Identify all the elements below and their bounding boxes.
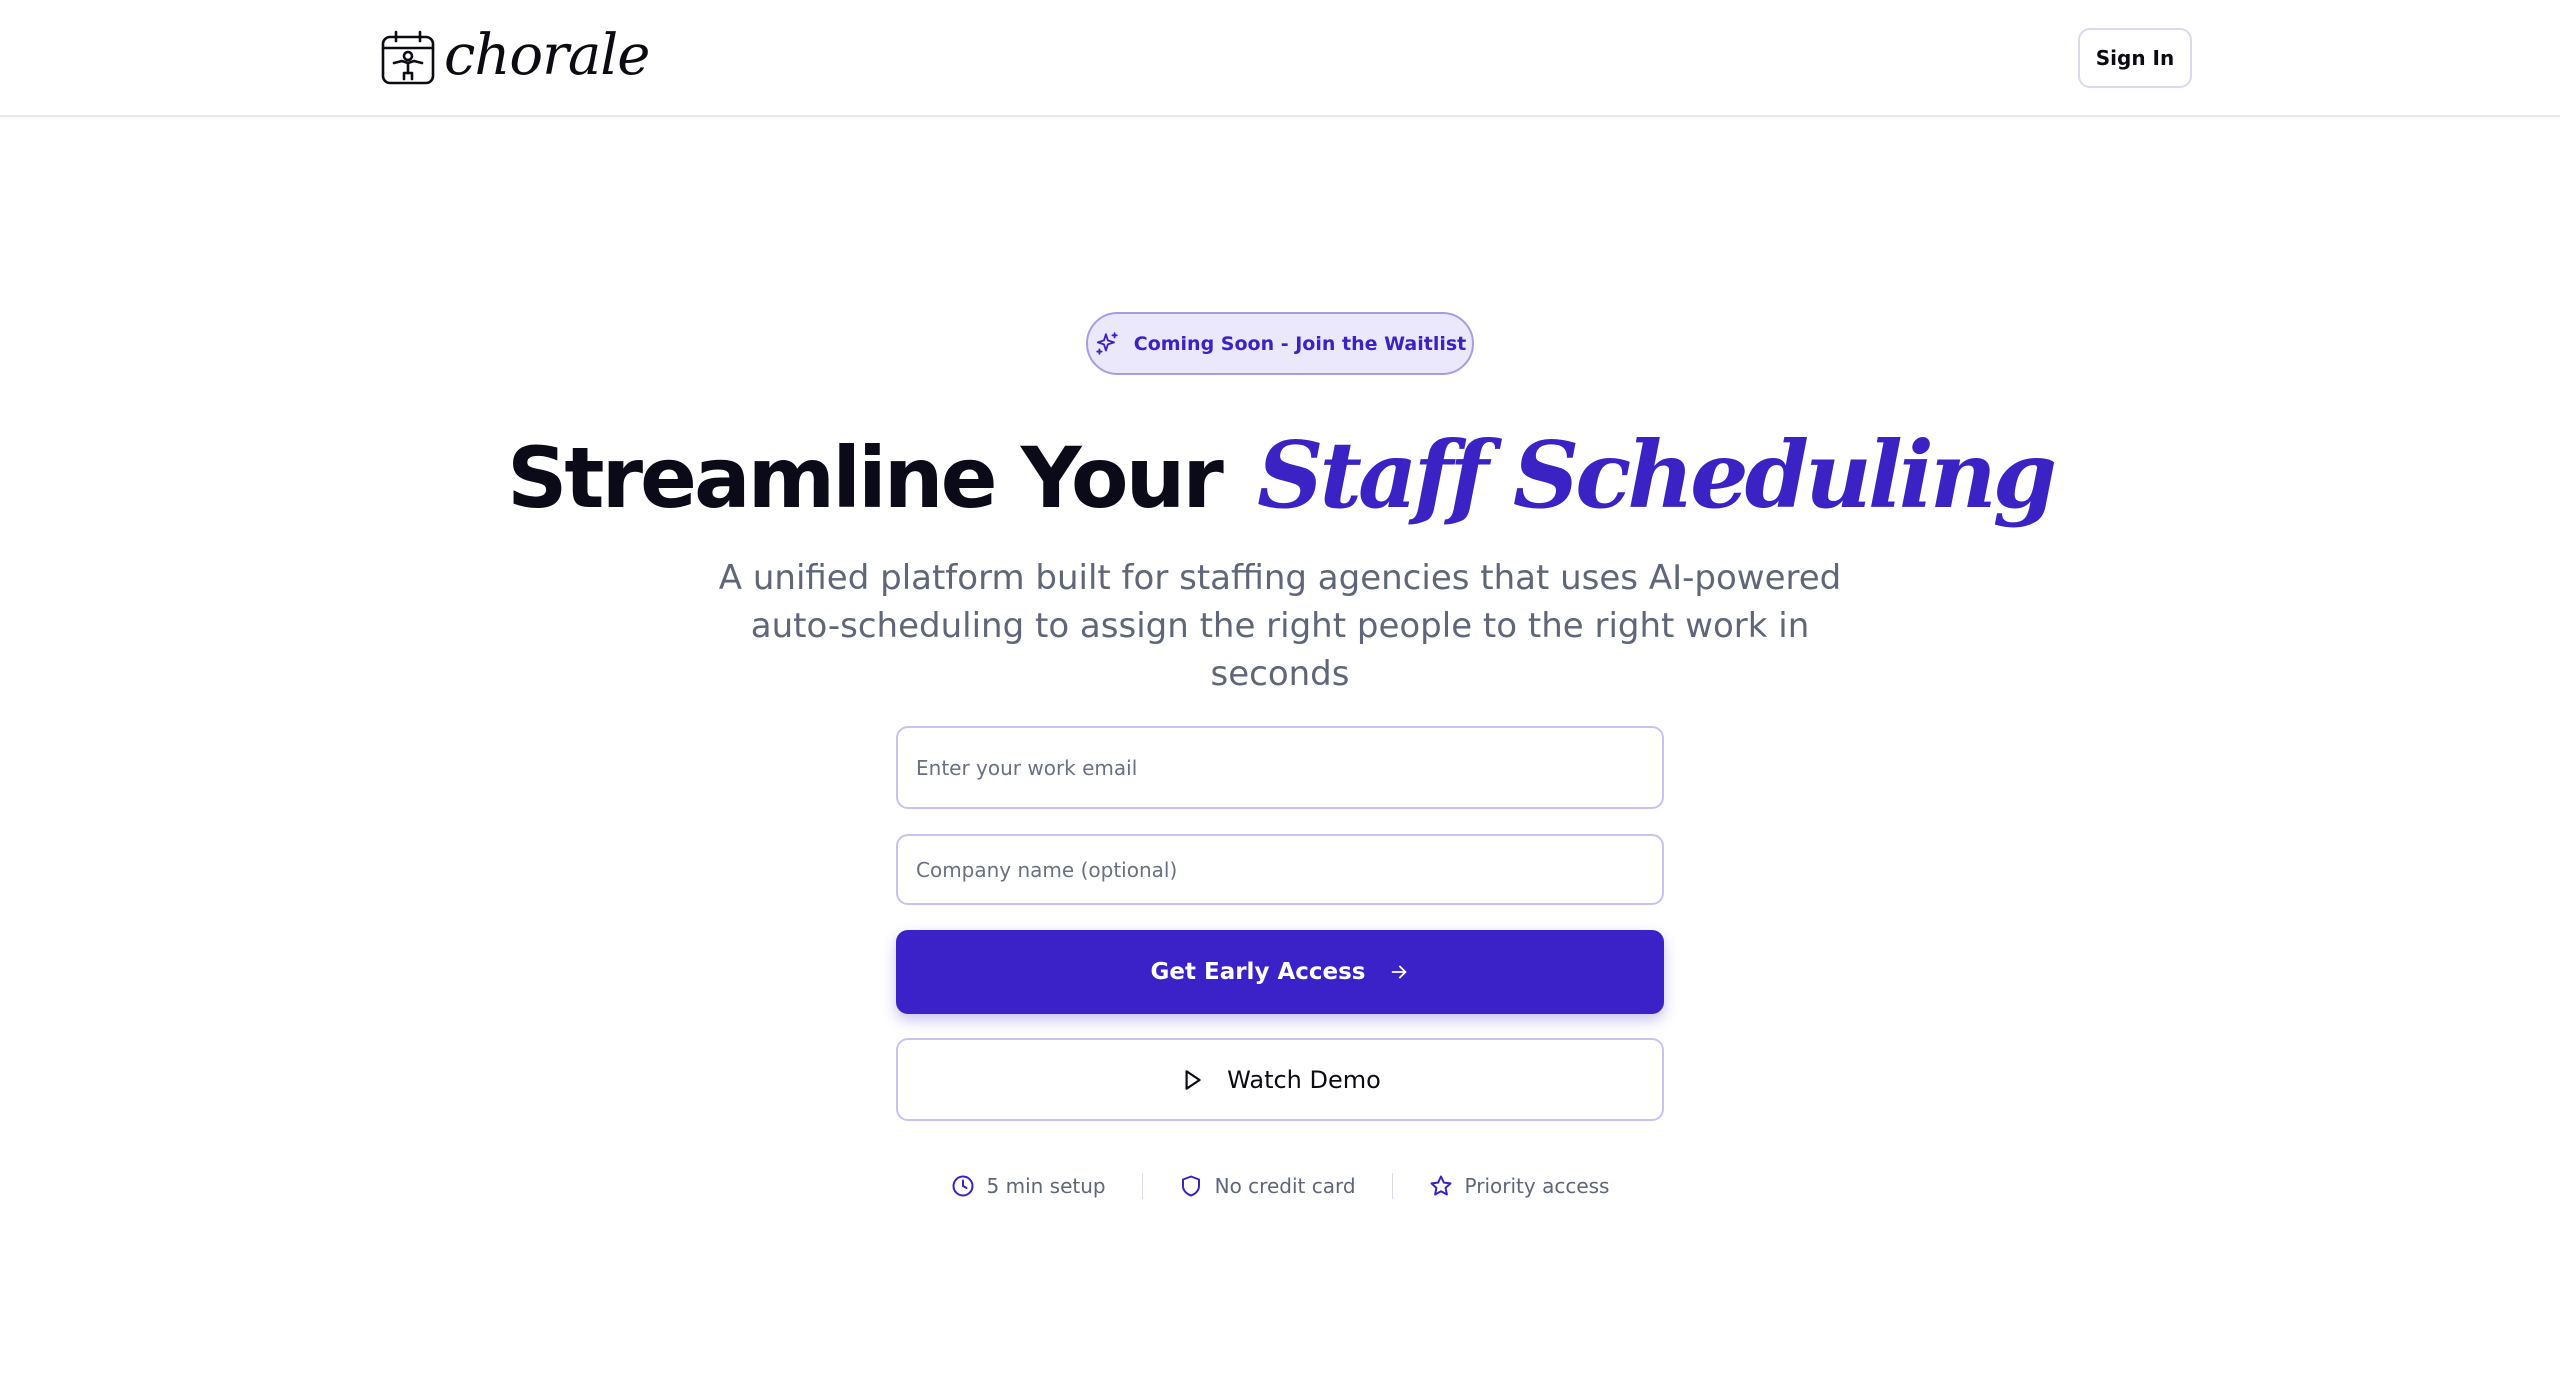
feature-item-no-credit-card: No credit card	[1143, 1174, 1392, 1198]
clock-icon	[952, 1175, 974, 1197]
sparkles-icon	[1096, 331, 1118, 355]
email-field[interactable]	[896, 726, 1664, 809]
headline-plain: Streamline Your	[506, 429, 1224, 527]
arrow-right-icon	[1391, 965, 1406, 979]
star-icon	[1430, 1175, 1452, 1196]
feature-label: 5 min setup	[986, 1174, 1106, 1198]
feature-item-setup: 5 min setup	[915, 1174, 1142, 1198]
brand-logo[interactable]: chorale	[380, 23, 650, 90]
page-title: Streamline Your Staff Scheduling	[0, 410, 2560, 543]
feature-list: 5 min setup No credit card Priority acce…	[0, 1166, 2560, 1206]
company-name-field[interactable]	[896, 834, 1664, 905]
feature-label: No credit card	[1214, 1174, 1356, 1198]
cta-label: Get Early Access	[1150, 959, 1366, 985]
feature-item-priority-access: Priority access	[1393, 1174, 1646, 1198]
demo-label: Watch Demo	[1227, 1065, 1381, 1094]
brand-name: chorale	[444, 23, 650, 88]
get-early-access-button[interactable]: Get Early Access	[896, 930, 1664, 1014]
badge-text: Coming Soon - Join the Waitlist	[1133, 332, 1467, 355]
play-icon	[1185, 1069, 1201, 1090]
shield-icon	[1181, 1175, 1200, 1197]
waitlist-badge: Coming Soon - Join the Waitlist	[1086, 312, 1474, 375]
watch-demo-button[interactable]: Watch Demo	[896, 1038, 1664, 1121]
subheadline: A unified platform built for staffing ag…	[718, 558, 1842, 694]
headline-accent: Staff Scheduling	[1257, 421, 2057, 529]
top-navigation-bar: chorale Sign In	[0, 0, 2560, 117]
sign-in-button[interactable]: Sign In	[2078, 28, 2192, 88]
feature-label: Priority access	[1464, 1174, 1610, 1198]
calendar-person-icon	[381, 30, 435, 85]
